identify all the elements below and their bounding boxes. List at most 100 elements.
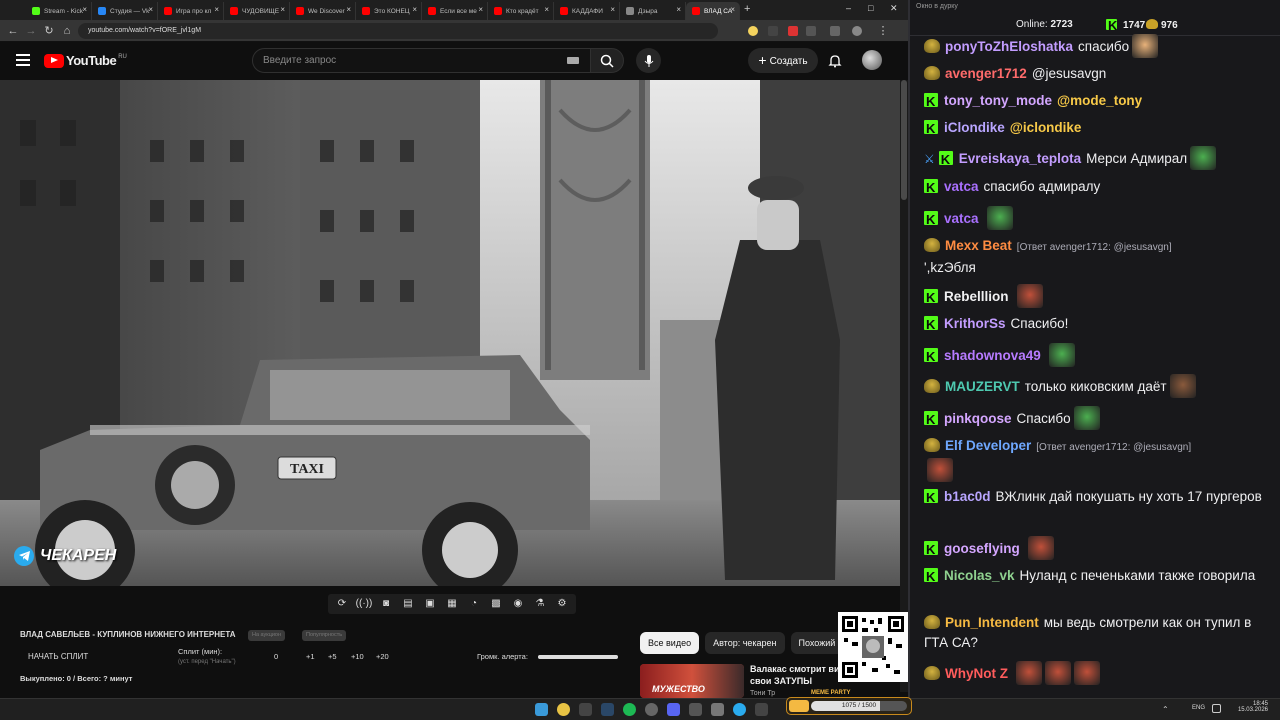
windows-start-icon[interactable] [535, 703, 548, 716]
browser-tab[interactable]: Игра про кл × [158, 2, 224, 20]
chat-username[interactable]: vatca [944, 211, 979, 226]
screenshot-icon[interactable]: ◉ [508, 596, 528, 612]
browser-tab[interactable]: Дзыра × [620, 2, 686, 20]
search-button[interactable] [590, 48, 624, 73]
close-tab-icon[interactable]: × [82, 5, 87, 14]
recommendation-thumbnail[interactable]: МУЖЕСТВО [640, 664, 744, 698]
minimize-button[interactable]: – [846, 3, 851, 13]
extension-icon[interactable] [768, 26, 778, 36]
browser-tab[interactable]: КАДДАФИ × [554, 2, 620, 20]
chat-username[interactable]: iClondike [944, 120, 1005, 135]
back-icon[interactable]: ← [6, 24, 20, 38]
flask-icon[interactable]: ⚗ [530, 596, 550, 612]
close-tab-icon[interactable]: × [214, 5, 219, 14]
video-player[interactable]: TAXI ЧЕКАРЕН [0, 80, 900, 586]
network-icon[interactable] [1212, 704, 1221, 713]
chat-username[interactable]: gooseflying [944, 541, 1020, 556]
subtitles-icon[interactable]: ▦ [442, 596, 462, 612]
download-icon[interactable] [830, 26, 840, 36]
discord-icon[interactable] [667, 703, 680, 716]
increment-5-button[interactable]: +5 [328, 652, 337, 661]
browser-tab[interactable]: Студия — Vk × [92, 2, 158, 20]
chat-username[interactable]: Mexx Beat [945, 238, 1012, 253]
app-icon[interactable] [755, 703, 768, 716]
chat-username[interactable]: shadownova49 [944, 348, 1041, 363]
chat-username[interactable]: KrithorSs [944, 316, 1006, 331]
new-tab-button[interactable]: + [744, 3, 750, 15]
browser-tab[interactable]: ВЛАД СА × [686, 2, 740, 20]
close-tab-icon[interactable]: × [676, 5, 681, 14]
create-button[interactable]: + Создать [748, 48, 818, 73]
forward-icon[interactable]: → [24, 24, 38, 38]
app-icon[interactable] [579, 703, 592, 716]
url-field[interactable]: youtube.com/watch?v=fORE_jvl1gM [78, 23, 718, 39]
settings-gear-icon[interactable]: ⚙ [552, 596, 572, 612]
close-window-button[interactable]: ✕ [890, 3, 898, 14]
app-icon[interactable] [711, 703, 724, 716]
chat-username[interactable]: Elf Developer [945, 438, 1031, 453]
camera-settings-icon[interactable]: ◙ [376, 596, 396, 612]
close-tab-icon[interactable]: × [544, 5, 549, 14]
tray-chevron-icon[interactable]: ⌃ [1162, 705, 1169, 714]
search-input[interactable]: Введите запрос [252, 48, 592, 73]
steam-icon[interactable] [601, 703, 614, 716]
close-tab-icon[interactable]: × [280, 5, 285, 14]
picture-in-picture-icon[interactable]: ▣ [420, 596, 440, 612]
chat-username[interactable]: vatca [944, 179, 979, 194]
chat-username[interactable]: Evreiskaya_teplota [959, 151, 1081, 166]
increment-20-button[interactable]: +20 [376, 652, 389, 661]
chat-username[interactable]: Rebelllion [944, 289, 1009, 304]
browser-tab[interactable]: We Discover × [290, 2, 356, 20]
obs-icon[interactable] [645, 703, 658, 716]
chat-username[interactable]: tony_tony_mode [944, 93, 1052, 108]
browser-tab[interactable]: ЧУДОВИЩЕ × [224, 2, 290, 20]
speed-icon[interactable]: ◔ [464, 596, 484, 612]
chat-username[interactable]: b1ac0d [944, 489, 991, 504]
home-icon[interactable]: ⌂ [60, 24, 74, 38]
chrome-icon[interactable] [557, 703, 570, 716]
hamburger-menu-icon[interactable] [16, 54, 30, 66]
chat-reply-reference[interactable]: [Ответ avenger1712: @jesusavgn] [1036, 442, 1191, 453]
close-tab-icon[interactable]: × [610, 5, 615, 14]
loop-icon[interactable]: ⟳ [332, 596, 352, 612]
youtube-logo[interactable]: YouTube RU [44, 53, 127, 68]
chat-username[interactable]: MAUZERVT [945, 379, 1020, 394]
browser-tab[interactable]: Это КОНЕЦ × [356, 2, 422, 20]
language-indicator[interactable]: ENG [1192, 705, 1205, 711]
start-split-button[interactable]: НАЧАТЬ СПЛИТ [28, 652, 88, 661]
extension-icon[interactable] [748, 26, 758, 36]
voice-search-button[interactable] [636, 48, 661, 73]
extensions-puzzle-icon[interactable] [806, 26, 816, 36]
profile-avatar[interactable] [852, 26, 862, 36]
app-icon[interactable] [689, 703, 702, 716]
close-tab-icon[interactable]: × [478, 5, 483, 14]
chat-reply-reference[interactable]: [Ответ avenger1712: @jesusavgn] [1017, 242, 1172, 253]
film-icon[interactable]: ▤ [398, 596, 418, 612]
increment-1-button[interactable]: +1 [306, 652, 315, 661]
browser-tab[interactable]: Stream - Kick × [26, 2, 92, 20]
menu-kebab-icon[interactable]: ⋮ [876, 24, 890, 38]
video-settings-icon[interactable]: ▩ [486, 596, 506, 612]
chat-username[interactable]: Pun_Intendent [945, 615, 1039, 630]
close-tab-icon[interactable]: × [346, 5, 351, 14]
spotify-icon[interactable] [623, 703, 636, 716]
telegram-icon[interactable] [733, 703, 746, 716]
reload-icon[interactable]: ↻ [42, 24, 56, 38]
close-tab-icon[interactable]: × [412, 5, 417, 14]
maximize-button[interactable]: □ [868, 3, 873, 13]
increment-10-button[interactable]: +10 [351, 652, 364, 661]
browser-tab[interactable]: Если все ме × [422, 2, 488, 20]
chat-username[interactable]: WhyNot Z [945, 666, 1008, 681]
recommendation-title[interactable]: Валакас смотрит вид свои ЗАТУПЫ [750, 664, 838, 686]
notifications-bell-icon[interactable] [828, 54, 842, 68]
chat-username[interactable]: ponyToZhEloshatka [945, 39, 1073, 54]
browser-tab[interactable]: Кто крадёт × [488, 2, 554, 20]
chat-username[interactable]: pinkqoose [944, 411, 1012, 426]
close-tab-icon[interactable]: × [730, 5, 735, 14]
auction-pill[interactable]: На аукцион [248, 630, 286, 641]
chip-author[interactable]: Автор: чекарен [705, 632, 785, 654]
extension-icon[interactable] [788, 26, 798, 36]
chat-username[interactable]: avenger1712 [945, 66, 1027, 81]
volume-slider[interactable] [538, 655, 618, 659]
split-value-input[interactable]: 0 [274, 652, 278, 661]
